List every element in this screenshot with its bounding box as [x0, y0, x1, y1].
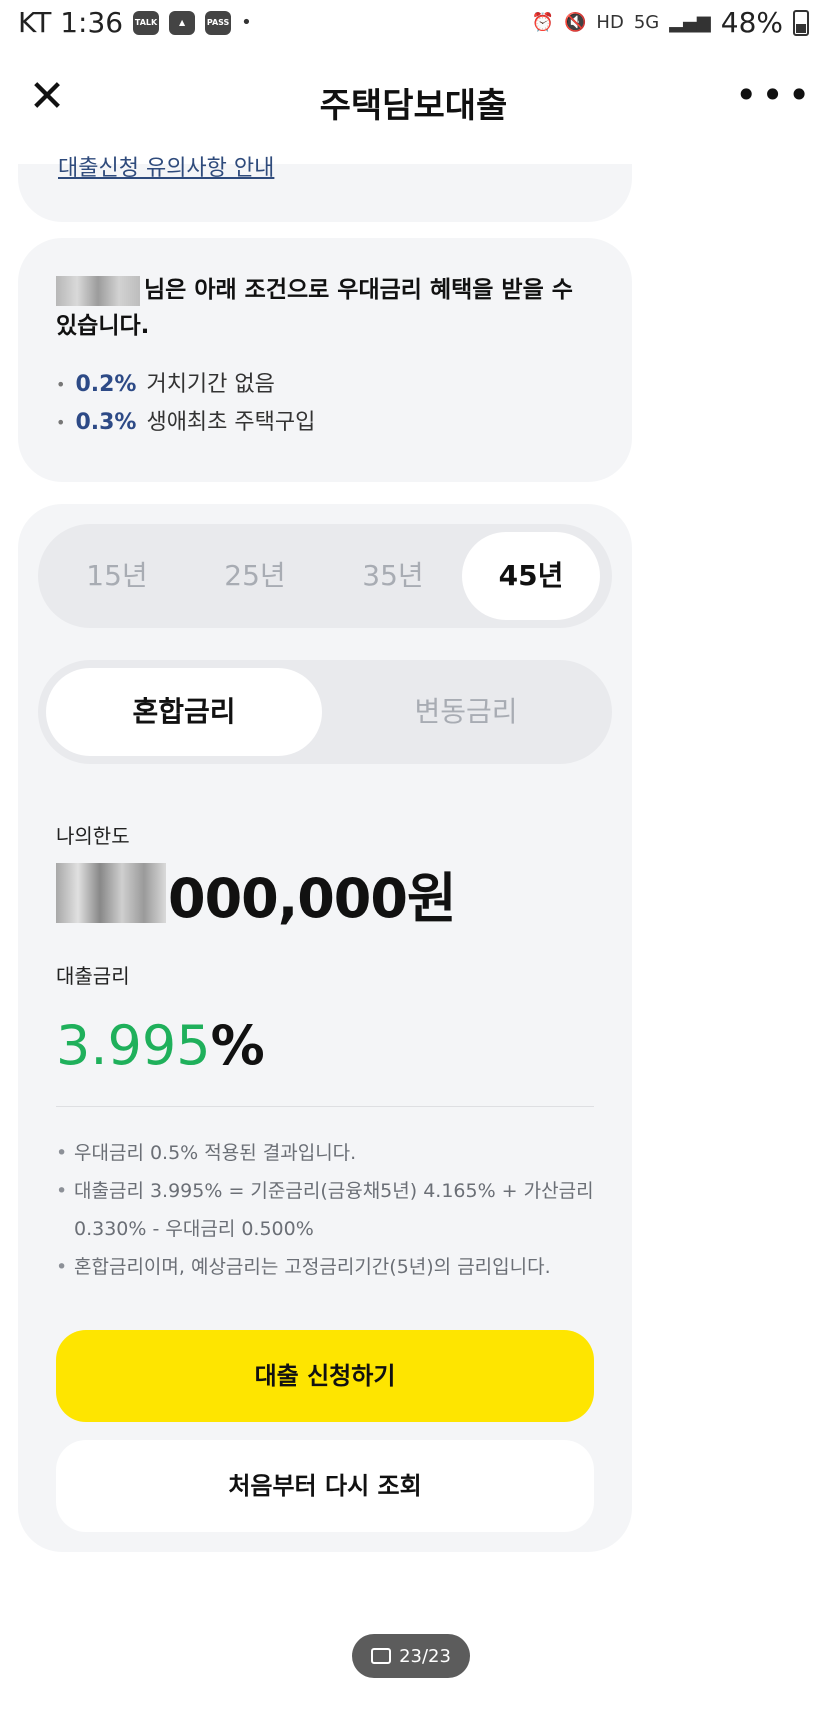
blurred-amount-prefix [56, 863, 166, 923]
note-item: 대출금리 3.995% = 기준금리(금융채5년) 4.165% + 가산금리 … [56, 1172, 616, 1248]
benefit-label: 거치기간 없음 [146, 372, 275, 397]
gallery-notification-icon: ▲ [169, 10, 196, 35]
loan-notice-link[interactable]: 대출신청 유의사항 안내 [58, 150, 274, 182]
note-item: 우대금리 0.5% 적용된 결과입니다. [56, 1134, 616, 1172]
notice-card: 대출신청 유의사항 안내 [18, 156, 632, 222]
term-option-35[interactable]: 35년 [324, 532, 462, 620]
more-notifications-dot: • [241, 12, 252, 33]
term-option-25[interactable]: 25년 [186, 532, 324, 620]
status-bar: KT 1:36 TALK ▲ PASS • ⏰ 🔇 HD 5G ▂▄▆ 48% [0, 0, 827, 48]
screenshot-pager: 23/23 [352, 1634, 470, 1678]
rate-label: 대출금리 [56, 964, 130, 988]
divider [56, 1106, 594, 1107]
network-type-icon: 5G [633, 12, 660, 33]
rate-type-selector: 혼합금리 변동금리 [38, 660, 612, 764]
image-icon [371, 1648, 392, 1664]
benefit-rate: 0.3% [75, 410, 137, 435]
rate-type-mixed[interactable]: 혼합금리 [46, 668, 322, 756]
limit-amount-text: 000,000원 [168, 866, 457, 930]
signal-icon: ▂▄▆ [669, 12, 711, 33]
app-bar: ✕ 주택담보대출 ••• [0, 48, 827, 164]
benefit-item: • 0.2% 거치기간 없음 [56, 366, 315, 404]
rate-type-variable[interactable]: 변동금리 [328, 668, 604, 756]
page-content: 대출신청 유의사항 안내 님은 아래 조건으로 우대금리 혜택을 받을 수 있습… [0, 156, 827, 1714]
pass-notification-icon: PASS [205, 10, 232, 35]
apply-loan-button[interactable]: 대출 신청하기 [56, 1330, 594, 1422]
hd-voice-icon: HD [596, 12, 624, 33]
loan-rate-unit: % [210, 1014, 265, 1077]
status-right: ⏰ 🔇 HD 5G ▂▄▆ 48% [532, 6, 809, 39]
loan-term-selector: 15년 25년 35년 45년 [38, 524, 612, 628]
benefit-rate: 0.2% [75, 372, 137, 397]
limit-amount: 000,000원 [56, 858, 457, 930]
benefit-list: • 0.2% 거치기간 없음 • 0.3% 생애최초 주택구입 [56, 366, 315, 442]
benefit-message: 님은 아래 조건으로 우대금리 혜택을 받을 수 있습니다. [56, 272, 596, 344]
mute-icon: 🔇 [564, 12, 587, 33]
benefit-item: • 0.3% 생애최초 주택구입 [56, 404, 315, 442]
page-title: 주택담보대출 [319, 86, 508, 126]
alarm-icon: ⏰ [531, 12, 554, 33]
bullet: • [56, 413, 66, 432]
benefit-label: 생애최초 주택구입 [146, 410, 316, 435]
bullet: • [56, 375, 66, 394]
more-icon: ••• [735, 73, 815, 117]
note-item: 혼합금리이며, 예상금리는 고정금리기간(5년)의 금리입니다. [56, 1248, 616, 1286]
restart-inquiry-button[interactable]: 처음부터 다시 조회 [56, 1440, 594, 1532]
kakaotalk-notification-icon: TALK [133, 10, 160, 35]
carrier-time: KT 1:36 [18, 6, 124, 39]
more-options-button[interactable]: ••• [735, 70, 810, 120]
battery-percent: 48% [720, 6, 783, 39]
status-left: KT 1:36 TALK ▲ PASS • [18, 6, 252, 39]
loan-result-card: 15년 25년 35년 45년 혼합금리 변동금리 나의한도 000,000원 … [18, 504, 632, 1552]
term-option-45[interactable]: 45년 [462, 532, 600, 620]
battery-icon [793, 9, 809, 36]
blurred-user-name [56, 275, 140, 306]
rate-notes: 우대금리 0.5% 적용된 결과입니다. 대출금리 3.995% = 기준금리(… [56, 1134, 616, 1286]
loan-rate-value: 3.995 [56, 1014, 211, 1077]
benefit-card: 님은 아래 조건으로 우대금리 혜택을 받을 수 있습니다. • 0.2% 거치… [18, 238, 632, 482]
limit-label: 나의한도 [56, 824, 130, 848]
pager-text: 23/23 [399, 1645, 451, 1667]
loan-rate: 3.995% [56, 1014, 265, 1077]
term-option-15[interactable]: 15년 [48, 532, 186, 620]
